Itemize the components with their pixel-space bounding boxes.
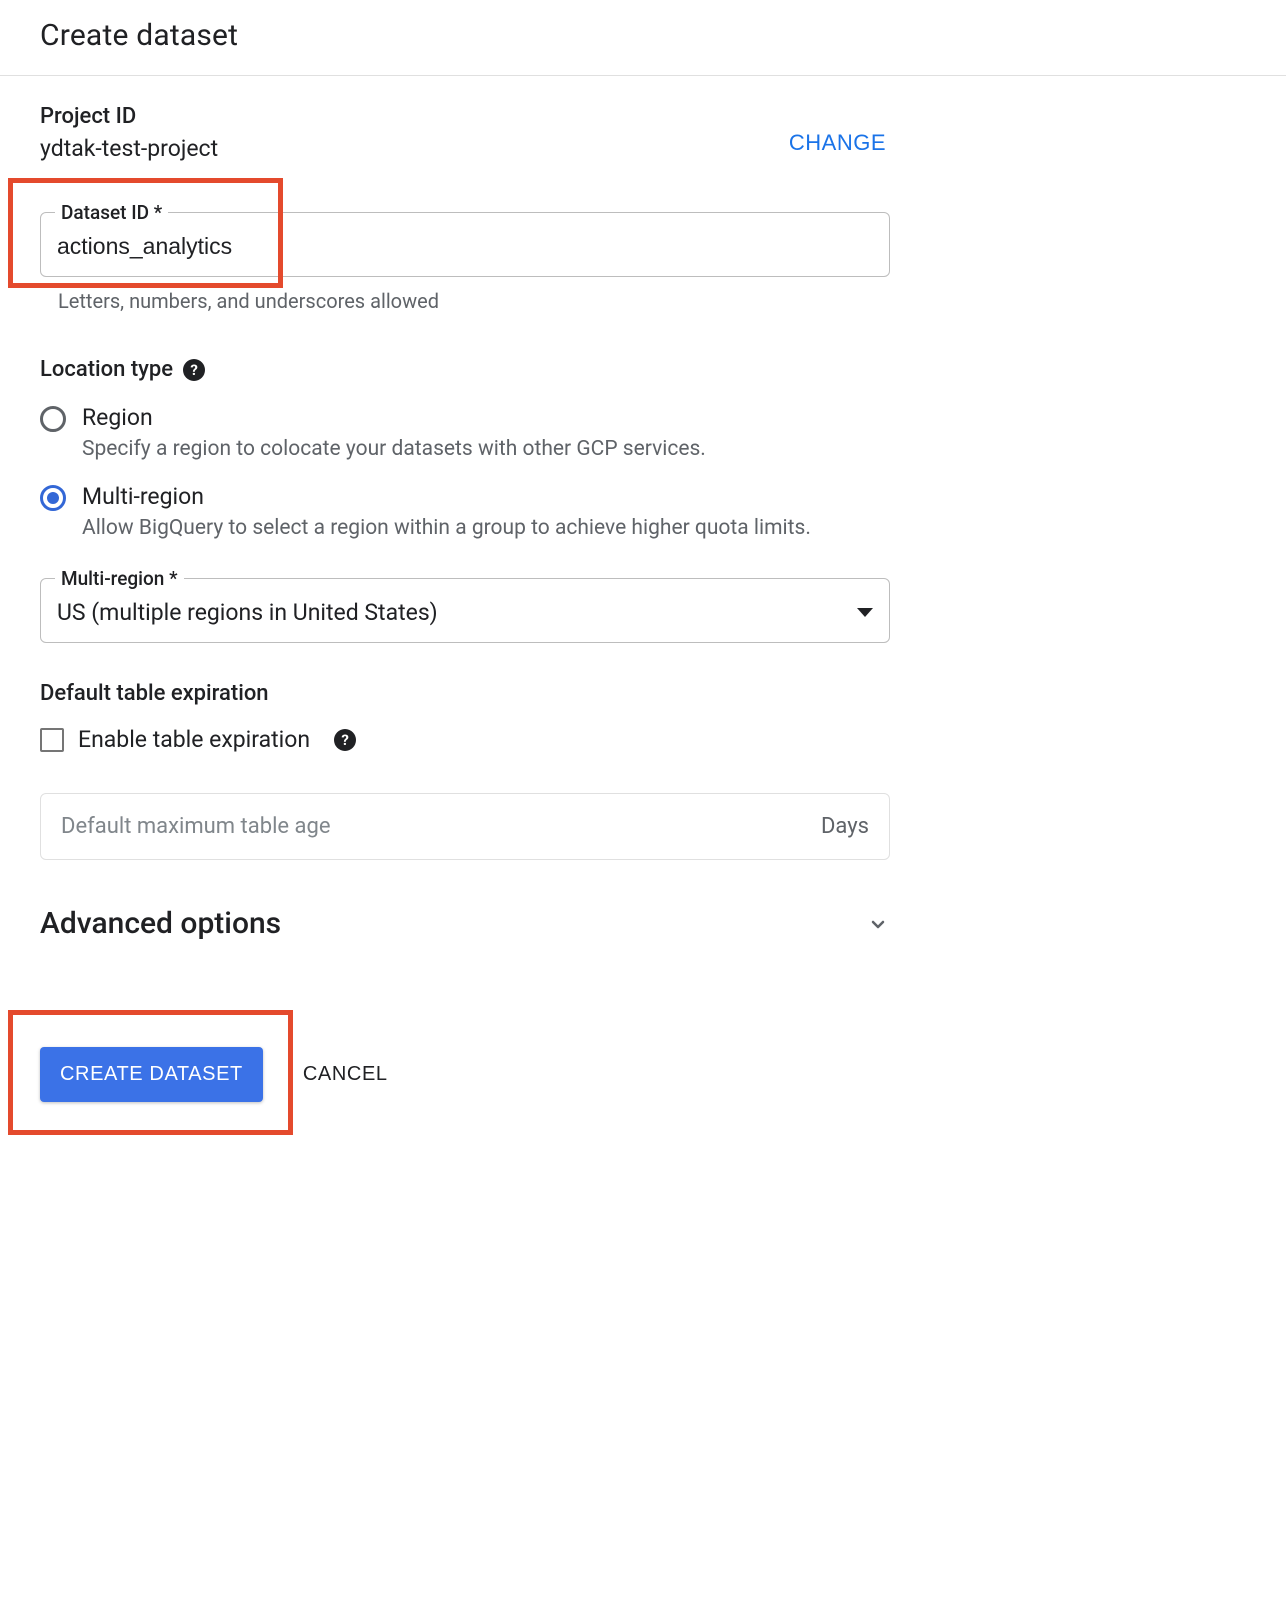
cancel-button[interactable]: CANCEL xyxy=(299,1047,392,1102)
dataset-id-input[interactable] xyxy=(57,233,873,260)
radio-multi-region-label: Multi-region xyxy=(82,483,811,510)
max-table-age-field: Default maximum table age Days xyxy=(40,793,890,860)
dataset-id-helper: Letters, numbers, and underscores allowe… xyxy=(58,289,890,313)
location-type-heading: Location type xyxy=(40,357,173,382)
radio-multi-region[interactable] xyxy=(40,485,66,511)
chevron-down-icon xyxy=(866,912,890,936)
enable-expiration-checkbox[interactable] xyxy=(40,728,64,752)
help-icon[interactable]: ? xyxy=(183,359,205,381)
project-id-label: Project ID xyxy=(40,104,218,129)
multi-region-label: Multi-region * xyxy=(55,567,184,590)
radio-region-desc: Specify a region to colocate your datase… xyxy=(82,437,706,461)
multi-region-select[interactable]: Multi-region * US (multiple regions in U… xyxy=(40,578,890,643)
caret-down-icon xyxy=(857,608,873,617)
page-title: Create dataset xyxy=(0,0,1286,76)
max-table-age-suffix: Days xyxy=(821,814,869,839)
max-table-age-placeholder: Default maximum table age xyxy=(61,814,331,839)
dataset-id-label: Dataset ID * xyxy=(55,201,168,224)
radio-region[interactable] xyxy=(40,406,66,432)
help-icon[interactable]: ? xyxy=(334,729,356,751)
multi-region-value: US (multiple regions in United States) xyxy=(57,599,438,626)
enable-expiration-label: Enable table expiration xyxy=(78,726,310,753)
create-dataset-button[interactable]: CREATE DATASET xyxy=(40,1047,263,1102)
change-project-button[interactable]: CHANGE xyxy=(785,124,890,162)
radio-region-label: Region xyxy=(82,404,706,431)
expiration-heading: Default table expiration xyxy=(40,681,269,706)
project-id-value: ydtak-test-project xyxy=(40,135,218,162)
advanced-options-label: Advanced options xyxy=(40,906,281,941)
advanced-options-toggle[interactable]: Advanced options xyxy=(40,906,890,941)
radio-multi-region-desc: Allow BigQuery to select a region within… xyxy=(82,516,811,540)
